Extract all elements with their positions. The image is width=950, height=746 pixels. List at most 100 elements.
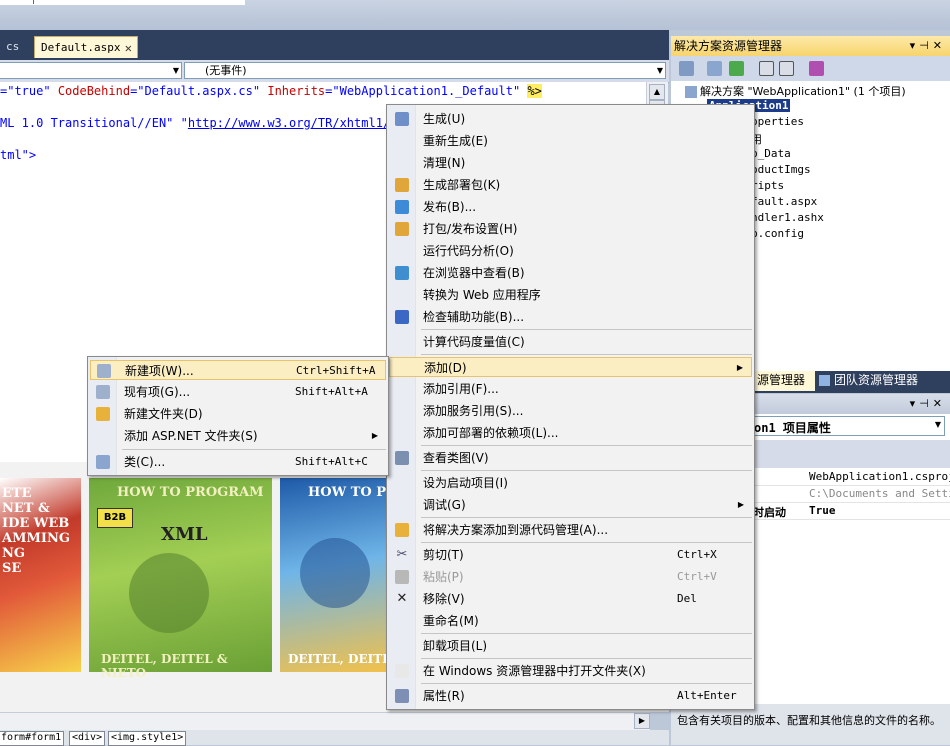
refresh-icon[interactable] xyxy=(729,61,744,76)
build-icon xyxy=(395,112,409,126)
breadcrumb-div[interactable]: <div> xyxy=(69,731,106,746)
editor-tab-bar: cs Default.aspx ✕ xyxy=(0,30,669,60)
paste-icon xyxy=(395,570,409,584)
menu-item[interactable]: 将解决方案添加到源代码管理(A)... xyxy=(389,520,752,540)
breadcrumb-form[interactable]: form#form1 xyxy=(0,731,65,746)
menu-item-label: 生成(U) xyxy=(423,112,466,126)
top-toolbar-edge xyxy=(0,0,245,5)
pin-dropdown-icon[interactable]: ▾ xyxy=(910,39,920,52)
navigation-bar: ▼ (无事件) ▼ xyxy=(0,60,669,83)
menu-item-label: 剪切(T) xyxy=(423,548,464,562)
accessibility-icon xyxy=(395,310,409,324)
panel-title: 解决方案资源管理器 xyxy=(674,39,783,53)
tree-item[interactable]: p_Data xyxy=(751,147,791,160)
menu-item-shortcut: Ctrl+X xyxy=(677,548,717,561)
package-icon xyxy=(395,178,409,192)
scroll-up-icon[interactable]: ▲ xyxy=(649,84,665,100)
view-code-icon[interactable] xyxy=(759,61,774,76)
tree-item[interactable]: b.config xyxy=(751,227,804,240)
breadcrumb-img[interactable]: <img.style1> xyxy=(108,731,187,746)
book-title: ETE NET & IDE WEB AMMING NG SE xyxy=(2,486,70,576)
chevron-down-icon: ▼ xyxy=(656,66,663,75)
pin-icon[interactable]: ⊣ xyxy=(919,397,933,410)
menu-item[interactable]: 重新生成(E) xyxy=(389,131,752,151)
menu-item[interactable]: 新建项(W)... Ctrl+Shift+A xyxy=(90,360,386,380)
cut-icon: ✂ xyxy=(396,547,408,562)
close-icon[interactable]: ✕ xyxy=(125,37,132,59)
menu-item-label: 查看类图(V) xyxy=(423,451,489,465)
book-authors: DEITEL, DEITE xyxy=(288,652,392,666)
class-diagram-icon[interactable] xyxy=(809,61,824,76)
tab-solution-explorer[interactable]: 源管理器 xyxy=(753,371,815,391)
menu-item[interactable]: 运行代码分析(O) xyxy=(389,241,752,261)
menu-item[interactable]: 添加服务引用(S)... xyxy=(389,401,752,421)
show-all-files-icon[interactable] xyxy=(707,61,722,76)
menu-item[interactable]: 重命名(M) xyxy=(389,611,752,631)
menu-item[interactable]: 在 Windows 资源管理器中打开文件夹(X) xyxy=(389,661,752,681)
submenu-arrow-icon: ▶ xyxy=(736,363,743,372)
book-title: HOW TO PROGRAM xyxy=(117,485,264,500)
tree-item[interactable]: oductImgs xyxy=(751,163,811,176)
menu-item-shortcut: Shift+Alt+A xyxy=(295,385,368,398)
menu-item-shortcut: Shift+Alt+C xyxy=(295,455,368,468)
close-icon[interactable]: ✕ xyxy=(933,39,946,52)
properties-icon[interactable] xyxy=(679,61,694,76)
menu-item[interactable]: ✕ 移除(V) Del xyxy=(389,589,752,609)
object-dropdown[interactable]: ▼ xyxy=(0,62,182,79)
view-designer-icon[interactable] xyxy=(779,61,794,76)
menu-item[interactable]: 在浏览器中查看(B) xyxy=(389,263,752,283)
code-line: ="true" CodeBehind="Default.aspx.cs" Inh… xyxy=(0,84,542,98)
menu-item[interactable]: 添加引用(F)... xyxy=(389,379,752,399)
menu-item[interactable]: 生成(U) xyxy=(389,109,752,129)
tree-item[interactable]: ndler1.ashx xyxy=(751,211,824,224)
pin-icon[interactable]: ⊣ xyxy=(919,39,933,52)
menu-item[interactable]: 添加 ASP.NET 文件夹(S) ▶ xyxy=(90,426,386,446)
solution-node[interactable]: 解决方案 "WebApplication1" (1 个项目) xyxy=(685,83,906,99)
menu-item[interactable]: 调试(G) ▶ xyxy=(389,495,752,515)
menu-item[interactable]: 发布(B)... xyxy=(389,197,752,217)
tree-item[interactable]: ripts xyxy=(751,179,784,192)
tab-default-aspx[interactable]: Default.aspx ✕ xyxy=(34,36,138,58)
cover-illustration xyxy=(129,553,209,633)
menu-item[interactable]: 查看类图(V) xyxy=(389,448,752,468)
cover-illustration xyxy=(300,538,370,608)
menu-item-label: 转换为 Web 应用程序 xyxy=(423,288,541,302)
pin-dropdown-icon[interactable]: ▾ xyxy=(910,397,920,410)
scroll-right-icon[interactable]: ▶ xyxy=(634,713,650,729)
tab-team-explorer[interactable]: 团队资源管理器 xyxy=(815,371,925,391)
menu-item[interactable]: 添加(D) ▶ xyxy=(389,357,752,377)
menu-item[interactable]: 卸载项目(L) xyxy=(389,636,752,656)
tree-item[interactable]: operties xyxy=(751,115,804,128)
menu-item-label: 在浏览器中查看(B) xyxy=(423,266,525,280)
menu-item[interactable]: 添加可部署的依赖项(L)... xyxy=(389,423,752,443)
menu-item-label: 运行代码分析(O) xyxy=(423,244,514,258)
event-dropdown[interactable]: (无事件) ▼ xyxy=(184,62,666,79)
xml-logo: XML xyxy=(161,524,208,545)
menu-item[interactable]: 类(C)... Shift+Alt+C xyxy=(90,452,386,472)
menu-item-label: 在 Windows 资源管理器中打开文件夹(X) xyxy=(423,664,646,678)
menu-item-label: 属性(R) xyxy=(423,689,465,703)
menu-item[interactable]: 转换为 Web 应用程序 xyxy=(389,285,752,305)
menu-item[interactable]: 新建文件夹(D) xyxy=(90,404,386,424)
menu-item-label: 打包/发布设置(H) xyxy=(423,222,518,236)
panel-buttons: ▾⊣✕ xyxy=(910,394,946,414)
project-context-menu: 生成(U) 重新生成(E) 清理(N) 生成部署包(K) 发布(B)... 打包/发布设置… xyxy=(386,104,755,710)
menu-item[interactable]: 清理(N) xyxy=(389,153,752,173)
menu-item[interactable]: 属性(R) Alt+Enter xyxy=(389,686,752,706)
menu-item[interactable]: ✂ 剪切(T) Ctrl+X xyxy=(389,545,752,565)
menu-item[interactable]: 检查辅助功能(B)... xyxy=(389,307,752,327)
design-horizontal-scrollbar[interactable]: ▶ xyxy=(0,712,650,731)
publish-icon xyxy=(395,200,409,214)
menu-item[interactable]: 设为启动项目(I) xyxy=(389,473,752,493)
properties-icon xyxy=(395,689,409,703)
menu-separator xyxy=(122,449,386,450)
menu-item[interactable]: 计算代码度量值(C) xyxy=(389,332,752,352)
menu-item[interactable]: 打包/发布设置(H) xyxy=(389,219,752,239)
tree-item[interactable]: fault.aspx xyxy=(751,195,817,208)
close-icon[interactable]: ✕ xyxy=(933,397,946,410)
tab-cs[interactable]: cs xyxy=(0,36,25,58)
menu-item[interactable]: 现有项(G)... Shift+Alt+A xyxy=(90,382,386,402)
menu-item[interactable]: 粘贴(P) Ctrl+V xyxy=(389,567,752,587)
menu-item-label: 添加可部署的依赖项(L)... xyxy=(423,426,559,440)
menu-item[interactable]: 生成部署包(K) xyxy=(389,175,752,195)
